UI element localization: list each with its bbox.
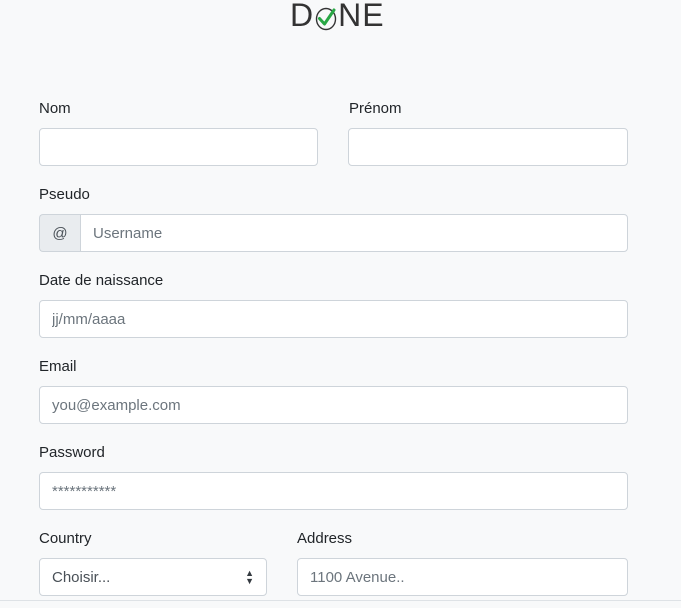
password-input[interactable]	[39, 472, 628, 510]
birthdate-label: Date de naissance	[39, 272, 164, 289]
email-input[interactable]	[39, 386, 628, 424]
country-select[interactable]: Choisir... ▲ ▼	[39, 558, 267, 596]
check-circle-icon	[315, 2, 337, 31]
email-label: Email	[39, 358, 77, 375]
signup-page: D NE Nom Prénom Pseudo @ Date de naissan…	[0, 0, 681, 608]
address-label: Address	[297, 530, 353, 547]
nom-label: Nom	[39, 100, 71, 117]
logo-text-left: D	[290, 0, 315, 33]
done-logo: D NE	[290, 0, 384, 33]
pseudo-input-group: @	[39, 214, 628, 252]
password-label: Password	[39, 444, 105, 461]
birthdate-input[interactable]	[39, 300, 628, 338]
address-input[interactable]	[297, 558, 628, 596]
pseudo-label: Pseudo	[39, 186, 90, 203]
bottom-divider	[0, 600, 681, 601]
logo-text-right: NE	[338, 0, 385, 33]
country-selected-value: Choisir...	[52, 568, 111, 586]
at-sign-prefix: @	[39, 214, 80, 252]
pseudo-input[interactable]	[80, 214, 628, 252]
country-label: Country	[39, 530, 92, 547]
nom-input[interactable]	[39, 128, 318, 166]
prenom-label: Prénom	[349, 100, 402, 117]
prenom-input[interactable]	[348, 128, 628, 166]
logo-letters: D NE	[290, 0, 385, 34]
select-arrows-icon: ▲ ▼	[245, 568, 254, 586]
